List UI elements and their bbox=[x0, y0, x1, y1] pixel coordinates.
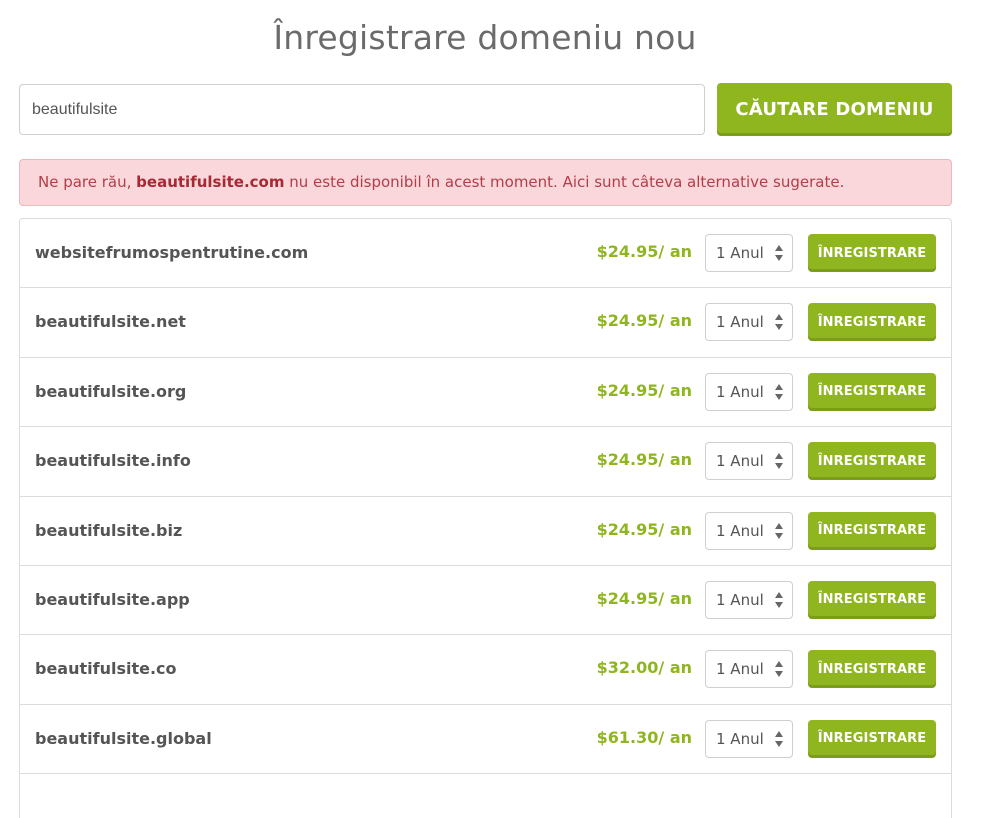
domain-price: $24.95/ an bbox=[596, 450, 692, 470]
register-button[interactable]: ÎNREGISTRARE bbox=[808, 650, 936, 689]
period-value: 1 Anul bbox=[716, 729, 764, 748]
domain-row: beautifulsite.net $24.95/ an 1 Anul ÎNRE… bbox=[20, 288, 951, 358]
period-select[interactable]: 1 Anul bbox=[705, 442, 793, 481]
domain-price: $24.95/ an bbox=[596, 588, 692, 608]
domain-suggestions-list: websitefrumospentrutine.com $24.95/ an 1… bbox=[19, 218, 952, 818]
select-arrows-icon bbox=[775, 522, 783, 539]
alert-prefix: Ne pare rău, bbox=[38, 173, 137, 191]
period-value: 1 Anul bbox=[716, 660, 764, 679]
domain-name: beautifulsite.global bbox=[35, 728, 212, 748]
domain-row: beautifulsite.app $24.95/ an 1 Anul ÎNRE… bbox=[20, 566, 951, 636]
period-value: 1 Anul bbox=[716, 382, 764, 401]
domain-row: beautifulsite.global $61.30/ an 1 Anul Î… bbox=[20, 705, 951, 775]
page-title: Înregistrare domeniu nou bbox=[273, 18, 697, 57]
domain-name: beautifulsite.app bbox=[35, 589, 190, 609]
select-arrows-icon bbox=[775, 314, 783, 331]
domain-row: beautifulsite.co $32.00/ an 1 Anul ÎNREG… bbox=[20, 635, 951, 705]
domain-row: beautifulsite.biz $24.95/ an 1 Anul ÎNRE… bbox=[20, 497, 951, 566]
period-select[interactable]: 1 Anul bbox=[705, 234, 793, 272]
domain-row: beautifulsite.info $24.95/ an 1 Anul ÎNR… bbox=[20, 427, 951, 497]
period-value: 1 Anul bbox=[716, 590, 764, 609]
register-button[interactable]: ÎNREGISTRARE bbox=[808, 580, 936, 619]
domain-name: beautifulsite.co bbox=[35, 659, 177, 679]
select-arrows-icon bbox=[775, 245, 783, 261]
search-domain-button[interactable]: CĂUTARE DOMENIU bbox=[717, 83, 952, 136]
alert-domain: beautifulsite.com bbox=[136, 173, 285, 191]
select-arrows-icon bbox=[775, 661, 783, 678]
select-arrows-icon bbox=[775, 383, 783, 400]
period-select[interactable]: 1 Anul bbox=[705, 719, 793, 758]
select-arrows-icon bbox=[775, 591, 783, 608]
register-button[interactable]: ÎNREGISTRARE bbox=[808, 511, 936, 550]
register-button[interactable]: ÎNREGISTRARE bbox=[808, 234, 936, 272]
period-value: 1 Anul bbox=[716, 452, 764, 471]
domain-price: $24.95/ an bbox=[596, 519, 692, 539]
domain-name: beautifulsite.info bbox=[35, 451, 191, 471]
register-button[interactable]: ÎNREGISTRARE bbox=[808, 719, 936, 758]
register-button[interactable]: ÎNREGISTRARE bbox=[808, 442, 936, 481]
domain-price: $24.95/ an bbox=[596, 380, 692, 400]
domain-name: beautifulsite.biz bbox=[35, 520, 183, 540]
domain-price: $24.95/ an bbox=[596, 311, 692, 331]
unavailable-alert: Ne pare rău, beautifulsite.com nu este d… bbox=[19, 159, 952, 206]
domain-name: websitefrumospentrutine.com bbox=[35, 243, 309, 262]
period-select[interactable]: 1 Anul bbox=[705, 303, 793, 342]
select-arrows-icon bbox=[775, 453, 783, 470]
domain-price: $24.95/ an bbox=[596, 242, 692, 261]
domain-search-input[interactable] bbox=[19, 84, 705, 135]
alert-suffix: nu este disponibil în acest moment. Aici… bbox=[284, 173, 845, 191]
domain-row: beautifulsite.org $24.95/ an 1 Anul ÎNRE… bbox=[20, 358, 951, 428]
period-select[interactable]: 1 Anul bbox=[705, 580, 793, 619]
domain-name: beautifulsite.org bbox=[35, 381, 187, 401]
period-select[interactable]: 1 Anul bbox=[705, 650, 793, 689]
period-value: 1 Anul bbox=[716, 313, 764, 332]
period-select[interactable]: 1 Anul bbox=[705, 372, 793, 411]
domain-price: $32.00/ an bbox=[596, 658, 692, 678]
period-value: 1 Anul bbox=[716, 244, 764, 262]
period-value: 1 Anul bbox=[716, 521, 764, 540]
domain-name: beautifulsite.net bbox=[35, 312, 186, 332]
register-button[interactable]: ÎNREGISTRARE bbox=[808, 303, 936, 342]
domain-row: websitefrumospentrutine.com $24.95/ an 1… bbox=[20, 219, 951, 289]
domain-price: $61.30/ an bbox=[596, 727, 692, 747]
register-button[interactable]: ÎNREGISTRARE bbox=[808, 372, 936, 411]
period-select[interactable]: 1 Anul bbox=[705, 511, 793, 550]
select-arrows-icon bbox=[775, 730, 783, 747]
